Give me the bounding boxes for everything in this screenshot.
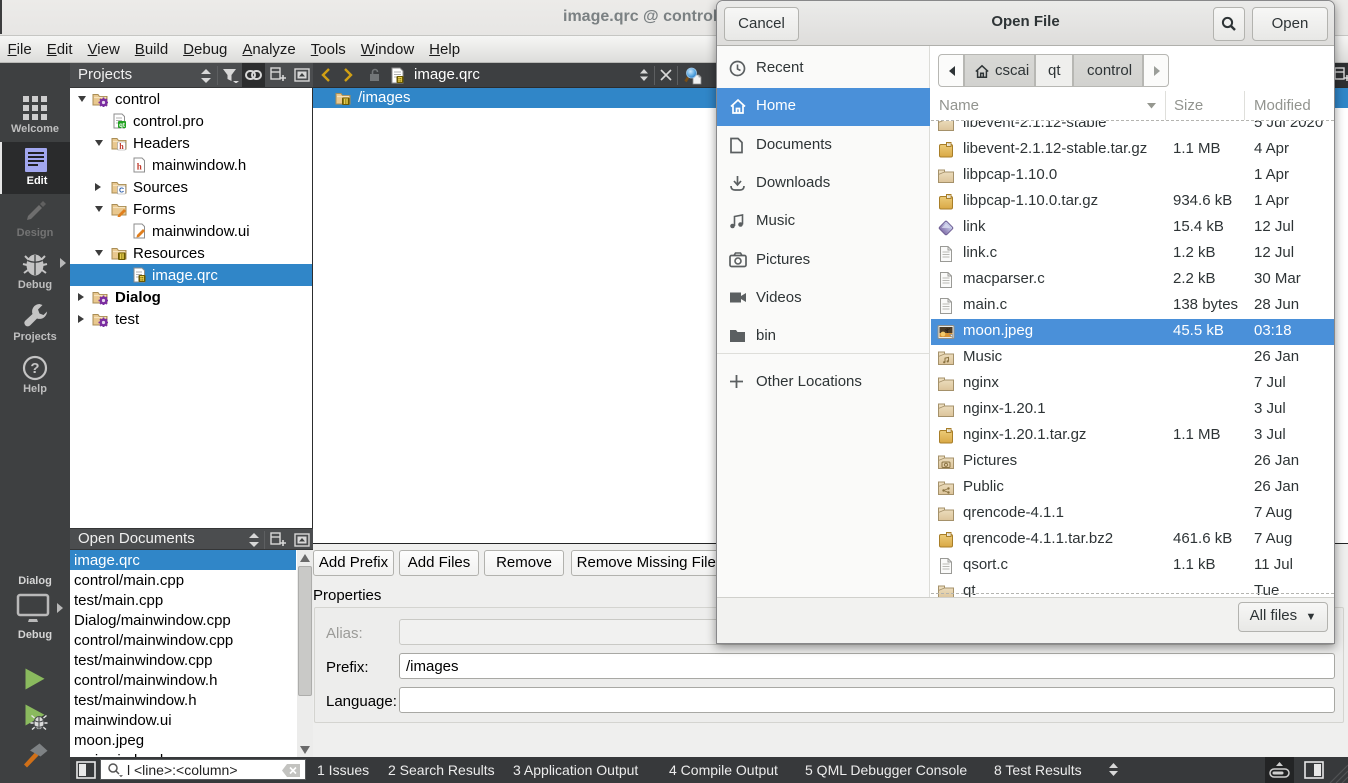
svg-text:h: h [119,142,124,151]
svg-text:h: h [137,162,142,172]
svg-text:C: C [119,188,124,195]
svg-text:?: ? [30,360,39,377]
svg-text:qt: qt [119,123,125,129]
